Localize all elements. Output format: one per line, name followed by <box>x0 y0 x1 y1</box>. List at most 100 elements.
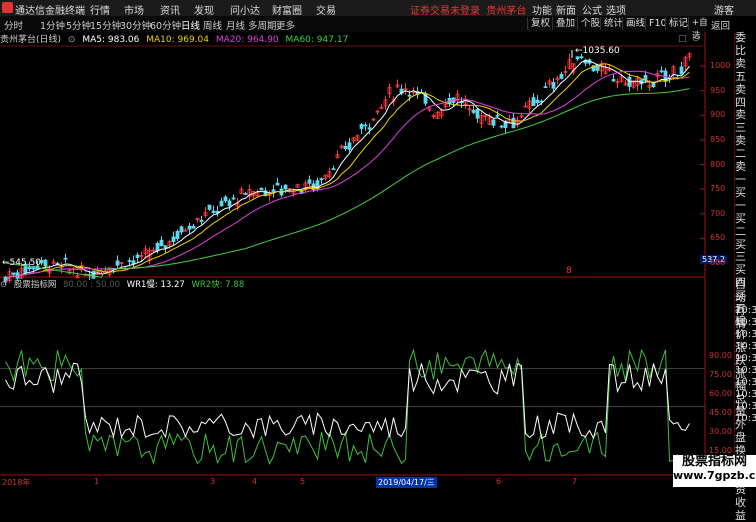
tick-time: 10:32 <box>735 365 756 376</box>
wr1-line <box>5 362 690 440</box>
sidebar-buy1: 买一 <box>735 185 746 212</box>
candle-body <box>171 236 176 243</box>
price-tick: 1000 <box>710 61 731 70</box>
wr2-label: WR2快: 7.88 <box>191 280 245 290</box>
tick-time: 10:31 <box>735 329 756 340</box>
ma5-line <box>5 60 690 283</box>
candle-body <box>271 189 276 192</box>
candle-body <box>535 99 540 104</box>
sidebar-eps: 收益 <box>735 495 746 522</box>
candle-body <box>259 187 264 191</box>
indicator-settings-icon[interactable]: ⊙ <box>0 280 7 290</box>
tick-time: 10:32 <box>735 389 756 400</box>
sidebar-sell3: 卖三 <box>735 108 746 135</box>
quote-sidebar: 委比 卖五 卖四 卖三 卖二 卖一 买一 买二 买三 买四 买五 现价 涨跌 涨… <box>735 31 756 521</box>
candle-body <box>359 124 364 129</box>
sidebar-sell2: 卖二 <box>735 134 746 161</box>
indicator-name: 股票指标网 <box>13 280 57 290</box>
candle-body <box>127 260 132 263</box>
price-tick: 900 <box>710 110 726 120</box>
sidebar-auto-label[interactable]: 自动 <box>735 278 756 305</box>
candle-body <box>115 260 120 266</box>
x-label: 1 <box>94 477 100 486</box>
x-label-selected[interactable]: 2019/04/17/三 <box>376 477 437 488</box>
candle-body <box>679 66 684 75</box>
candle-body <box>207 204 212 210</box>
ma60-line <box>5 88 690 278</box>
tick-time: 10:31 <box>735 305 756 316</box>
candle-body <box>227 200 232 207</box>
sidebar-buy2: 买二 <box>735 211 746 238</box>
tick-time: 10:31 <box>735 341 756 352</box>
x-label: 2018年 <box>2 478 31 487</box>
candle-body <box>551 81 556 89</box>
tick-time: 10:31 <box>735 353 756 364</box>
candle-body <box>219 200 224 207</box>
kline-chart[interactable]: ←1035.60 ←545.50 8 <box>0 0 735 487</box>
candle-body <box>659 70 664 73</box>
watermark-title: 股票指标网 <box>681 454 747 469</box>
indicator-tick: 75.00 <box>709 370 732 379</box>
date-axis: 2018年 1 3 4 5 2019/04/17/三 6 7 <box>0 476 735 488</box>
candle-body <box>471 109 476 113</box>
tick-time: 10:31 <box>735 317 756 328</box>
tick-time: 10:32 <box>735 413 756 424</box>
price-tick: 600 <box>710 258 726 267</box>
candle-body <box>579 56 584 59</box>
price-tick: 750 <box>710 184 726 194</box>
indicator-params: 80.00 : 50.00 <box>63 280 120 290</box>
candle-body <box>231 197 236 200</box>
price-tick: 650 <box>710 233 726 243</box>
x-label: 4 <box>252 477 258 486</box>
candle-body <box>343 145 348 150</box>
candle-body <box>363 124 368 127</box>
candle-body <box>163 245 168 249</box>
candle-body <box>243 192 248 195</box>
indicator-tick: 60.00 <box>709 389 732 398</box>
sidebar-sell5: 卖五 <box>735 56 746 83</box>
candle-body <box>187 225 192 230</box>
price-tick: 950 <box>710 85 726 95</box>
candle-body <box>135 254 140 258</box>
candle-body <box>347 142 352 150</box>
tick-times: 10:31 10:31 10:31 10:31 10:31 10:32 10:3… <box>735 305 756 425</box>
indicator-tick: 30.00 <box>709 427 732 436</box>
x-label: 3 <box>210 477 216 486</box>
candle-body <box>43 259 48 267</box>
candle-body <box>191 225 196 229</box>
indicator-tick: 45.00 <box>709 408 732 417</box>
candle-body <box>407 94 412 97</box>
candle-body <box>367 127 372 130</box>
sidebar-buy3: 买三 <box>735 237 746 264</box>
watermark-url: www.7gpzb.com <box>673 469 756 482</box>
event-marker: 8 <box>566 266 572 276</box>
candle-body <box>275 182 280 186</box>
candle-body <box>495 114 500 117</box>
candle-body <box>155 243 160 252</box>
candle-body <box>331 168 336 171</box>
candle-body <box>11 272 16 275</box>
sidebar-sell1: 卖一 <box>735 160 746 186</box>
x-label: 7 <box>572 477 578 486</box>
candle-body <box>199 219 204 222</box>
candle-body <box>159 239 164 247</box>
price-tick: 800 <box>710 159 726 169</box>
candle-body <box>531 97 536 107</box>
candle-body <box>307 179 312 184</box>
candle-body <box>575 56 580 60</box>
sidebar-weibi[interactable]: 委比 <box>735 31 756 58</box>
candle-body <box>63 257 68 260</box>
price-tick: 850 <box>710 134 726 144</box>
ma10-line <box>5 63 690 283</box>
watermark-logo: 股票指标网 www.7gpzb.com <box>673 455 756 487</box>
price-tick: 700 <box>710 208 726 218</box>
candle-body <box>499 125 504 128</box>
indicator-title-bar: ⊙ 股票指标网 80.00 : 50.00 WR1慢: 13.27 WR2快: … <box>0 278 248 290</box>
x-label: 5 <box>300 477 306 486</box>
x-label: 6 <box>496 477 502 486</box>
sidebar-sell4: 卖四 <box>735 82 746 109</box>
low-annotation: ←545.50 <box>2 258 41 268</box>
candle-body <box>223 196 228 202</box>
candle-body <box>611 79 616 82</box>
high-annotation: ←1035.60 <box>575 46 620 56</box>
